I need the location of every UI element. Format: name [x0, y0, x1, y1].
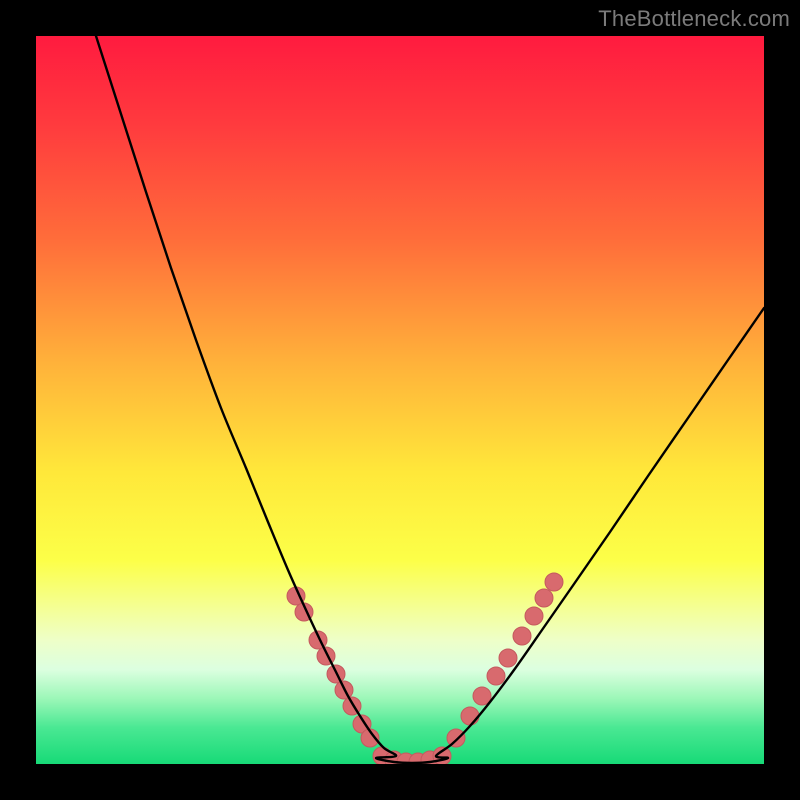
plot-area	[36, 36, 764, 764]
marker-point	[545, 573, 563, 591]
marker-group	[287, 573, 563, 764]
marker-point	[499, 649, 517, 667]
marker-point	[525, 607, 543, 625]
chart-stage: TheBottleneck.com	[0, 0, 800, 800]
watermark-text: TheBottleneck.com	[598, 6, 790, 32]
marker-point	[461, 707, 479, 725]
curve-layer	[36, 36, 764, 764]
marker-point	[447, 729, 465, 747]
marker-point	[535, 589, 553, 607]
bottleneck-curve	[96, 36, 764, 763]
marker-point	[487, 667, 505, 685]
marker-point	[513, 627, 531, 645]
